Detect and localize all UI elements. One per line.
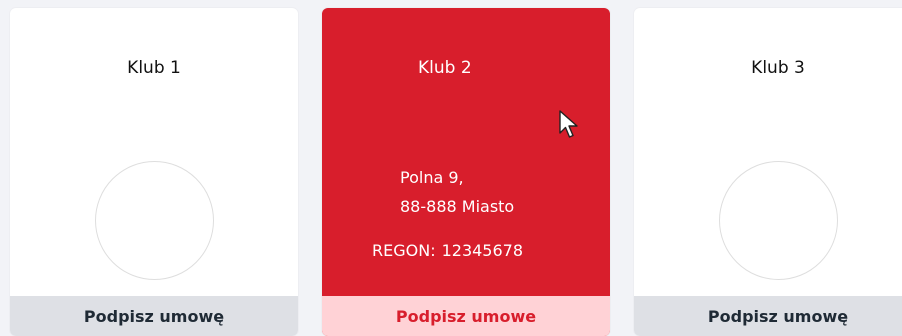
sign-contract-button[interactable]: Podpisz umowę [634, 296, 902, 336]
mouse-pointer-icon [559, 110, 578, 138]
regon-value: 12345678 [441, 241, 524, 260]
club-card-list: Klub 1 Podpisz umowę Klub 2 Polna 9, 88-… [0, 0, 902, 336]
club-card-1[interactable]: Klub 1 Podpisz umowę [10, 8, 298, 336]
address-street: Polna 9, [400, 168, 464, 187]
sign-contract-button[interactable]: Podpisz umowę [10, 296, 298, 336]
club-logo-placeholder [719, 161, 838, 280]
address-city: 88-888 Miasto [400, 197, 515, 216]
club-regon: REGON: 12345678 [372, 241, 523, 260]
sign-contract-button[interactable]: Podpisz umowe [322, 296, 610, 336]
club-card-2[interactable]: Klub 2 Polna 9, 88-888 Miasto REGON: 1234… [322, 8, 610, 336]
club-name: Klub 3 [751, 58, 805, 78]
club-name: Klub 1 [127, 58, 181, 78]
club-logo-placeholder [95, 161, 214, 280]
club-name: Klub 2 [418, 58, 472, 78]
regon-label: REGON: [372, 241, 436, 260]
club-address: Polna 9, 88-888 Miasto [400, 163, 514, 221]
club-card-3[interactable]: Klub 3 Podpisz umowę [634, 8, 902, 336]
